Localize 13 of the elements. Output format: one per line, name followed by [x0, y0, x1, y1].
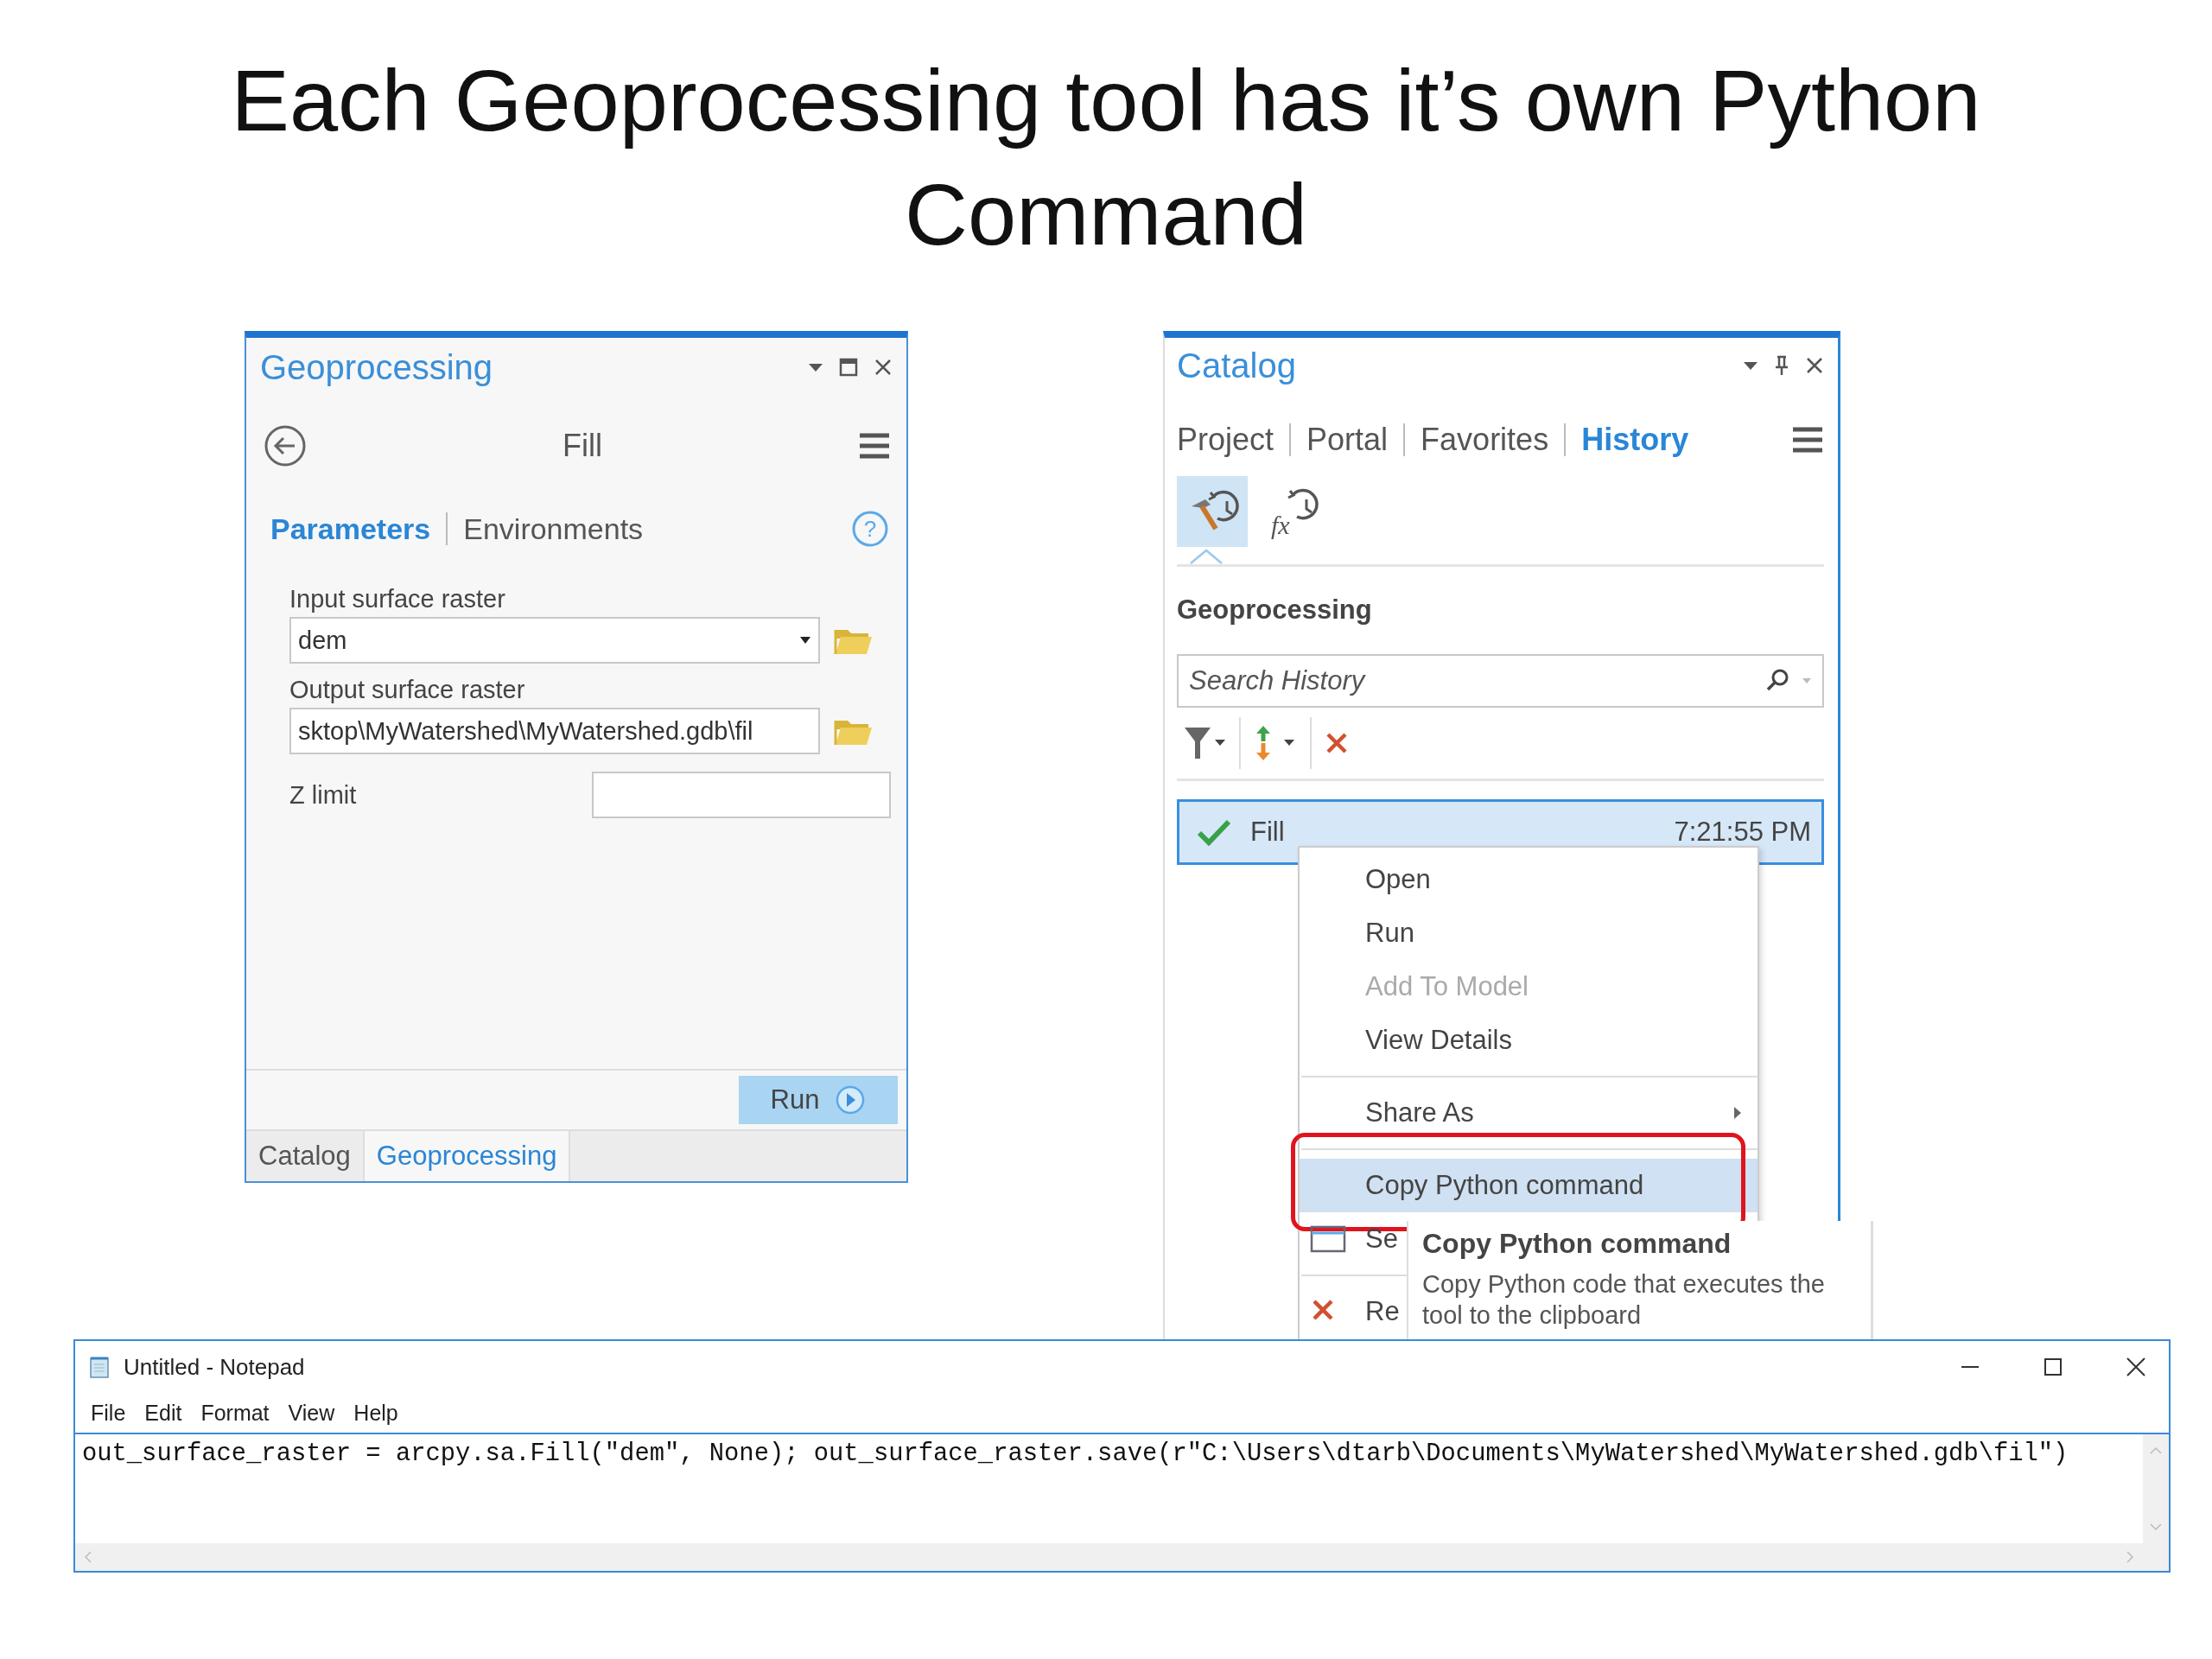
tool-name: Fill — [563, 428, 602, 464]
tooltip-title: Copy Python command — [1422, 1228, 1732, 1260]
history-item-name: Fill — [1250, 817, 1285, 848]
section-heading: Geoprocessing — [1177, 594, 1373, 626]
tooltip-text: Copy Python code that executes the tool to the clipboard — [1422, 1269, 1826, 1331]
history-item-time: 7:21:55 PM — [1674, 817, 1811, 848]
slide-title: Each Geoprocessing tool has it’s own Python Command — [230, 51, 1982, 264]
parameter-label: Input surface raster — [289, 585, 506, 613]
window-title: Untitled - Notepad — [124, 1353, 305, 1381]
pane-title: Catalog — [1177, 346, 1296, 385]
parameter-label: Output surface raster — [289, 676, 526, 704]
parameter-label: Z limit — [289, 780, 357, 810]
pane-title: Geoprocessing — [260, 347, 493, 387]
